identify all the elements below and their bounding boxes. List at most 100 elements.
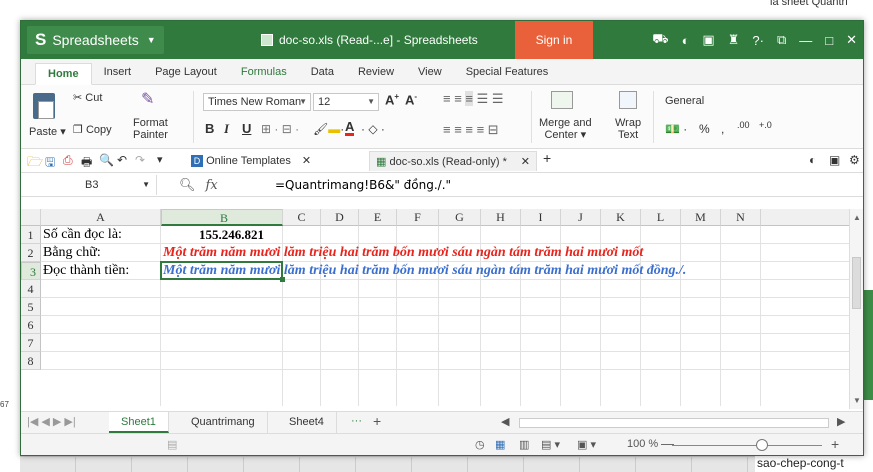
scroll-up-icon[interactable]: ▲ [853, 213, 861, 222]
normal-view-icon[interactable]: ▦ [495, 438, 505, 451]
page-layout-view-icon[interactable]: ▤ ▾ [541, 438, 560, 451]
scroll-left-icon[interactable]: ◀ [501, 415, 509, 428]
document-tab[interactable]: ▦ doc-so.xls (Read-only) * ✕ [369, 151, 537, 171]
zoom-level[interactable]: 100 % [627, 438, 658, 450]
reading-mode-icon[interactable]: ▣ ▾ [577, 438, 596, 451]
vertical-scrollbar[interactable]: ▲ ▼ [849, 209, 863, 409]
scroll-right-icon[interactable]: ▶ [837, 415, 845, 428]
column-header-j[interactable]: J [561, 209, 601, 226]
row-header-2[interactable]: 2 [21, 244, 41, 262]
font-color-icon[interactable]: A [345, 120, 355, 136]
paste-button[interactable]: Paste ▾ [29, 125, 66, 138]
comma-button[interactable]: , [721, 122, 724, 136]
zoom-icon[interactable]: 🔍︎ [179, 177, 196, 192]
column-header-b[interactable]: B [161, 209, 283, 226]
zoom-out-button[interactable]: — [661, 436, 674, 451]
redo-icon[interactable]: ↷ [135, 153, 145, 167]
zoom-slider-handle[interactable] [756, 439, 768, 451]
row-header-5[interactable]: 5 [21, 298, 41, 316]
fill-color-icon[interactable]: 🖌▬· [313, 122, 344, 136]
column-header-a[interactable]: A [41, 209, 161, 226]
print-preview-icon[interactable]: 🔍 [99, 153, 114, 167]
skin-icon[interactable]: ◐ [682, 33, 690, 48]
increase-decimal-button[interactable]: .00 [737, 121, 750, 130]
number-format-select[interactable]: General [661, 93, 797, 111]
layout-icon[interactable]: ▣ [702, 32, 714, 48]
row-header-8[interactable]: 8 [21, 352, 41, 370]
percent-button[interactable]: % [699, 122, 710, 136]
page-break-view-icon[interactable]: ▥ [519, 438, 529, 451]
font-color-dropdown[interactable]: · ◇ · [361, 122, 385, 136]
restore-panel-icon[interactable]: ⧉ [777, 32, 786, 48]
close-button[interactable]: ✕ [846, 32, 857, 48]
italic-button[interactable]: I [224, 121, 229, 137]
wrap-text-button[interactable]: Wrap Text [615, 117, 641, 141]
zoom-in-button[interactable]: + [831, 436, 839, 452]
tab-formulas[interactable]: Formulas [229, 62, 299, 84]
column-header-d[interactable]: D [321, 209, 359, 226]
column-header-m[interactable]: M [681, 209, 721, 226]
align-top-icon[interactable]: ≡ ≡ ≡ ☰ ☰ [443, 91, 504, 107]
cell-a1[interactable]: Số cần đọc là: [43, 226, 122, 244]
zoom-slider-track[interactable] [672, 445, 822, 446]
tab-page-layout[interactable]: Page Layout [143, 62, 229, 84]
print-icon[interactable]: 🖶 [81, 153, 92, 174]
settings-icon[interactable]: ⚙ [849, 153, 860, 167]
tab-review[interactable]: Review [346, 62, 406, 84]
minimize-button[interactable]: — [799, 33, 812, 48]
row-header-1[interactable]: 1 [21, 226, 41, 244]
column-header-f[interactable]: F [397, 209, 439, 226]
increase-font-button[interactable]: A+ [385, 92, 399, 107]
sheet-tab-sheet4[interactable]: Sheet4 [277, 412, 337, 433]
merge-center-icon[interactable] [551, 91, 573, 109]
cell-b1[interactable]: 155.246.821 [199, 226, 264, 244]
select-all-corner[interactable] [21, 209, 41, 226]
font-size-select[interactable]: 12 ▼ [313, 93, 379, 111]
tab-data[interactable]: Data [299, 62, 346, 84]
format-painter-icon[interactable]: ✎ [141, 89, 154, 109]
scroll-thumb[interactable] [852, 257, 861, 309]
scroll-down-icon[interactable]: ▼ [853, 396, 861, 405]
column-header-n[interactable]: N [721, 209, 761, 226]
app-menu-button[interactable]: S Spreadsheets ▼ [27, 26, 164, 54]
format-painter-button[interactable]: Format Painter [133, 117, 168, 141]
column-header-c[interactable]: C [283, 209, 321, 226]
formula-input[interactable]: =Quantrimang!B6&" đồng./." [275, 175, 451, 195]
more-sheets-icon[interactable]: ··· [351, 415, 362, 427]
merge-center-button[interactable]: Merge and Center ▾ [539, 117, 592, 141]
column-header-l[interactable]: L [641, 209, 681, 226]
column-header-k[interactable]: K [601, 209, 641, 226]
shirt-icon[interactable]: ♜ [728, 32, 740, 48]
column-header-g[interactable]: G [439, 209, 481, 226]
online-templates-tab[interactable]: D Online Templates ✕ [185, 151, 317, 171]
cell-a3[interactable]: Đọc thành tiền: [43, 262, 129, 280]
cell-a2[interactable]: Bằng chữ: [43, 244, 101, 262]
add-sheet-button[interactable]: + [373, 413, 381, 429]
skin-icon[interactable]: ◐ [809, 153, 816, 167]
export-pdf-icon[interactable]: ⎙ [63, 153, 73, 168]
border-icon[interactable]: ⊞ · ⊟ · [261, 122, 299, 136]
protect-icon[interactable]: ◷ [475, 438, 485, 451]
sheet-tab-sheet1[interactable]: Sheet1 [109, 412, 169, 433]
cell-b2[interactable]: Một trăm năm mươi lăm triệu hai trăm bốn… [163, 244, 643, 262]
sheet-tab-quantrimang[interactable]: Quantrimang [179, 412, 268, 433]
fx-icon[interactable]: fx [206, 178, 218, 193]
tab-home[interactable]: Home [35, 63, 92, 85]
column-header-h[interactable]: H [481, 209, 521, 226]
maximize-button[interactable]: □ [825, 33, 833, 48]
help-icon[interactable]: ?· [752, 33, 764, 48]
close-tab-icon[interactable]: ✕ [521, 152, 530, 172]
currency-icon[interactable]: 💵 · [665, 122, 687, 136]
row-header-7[interactable]: 7 [21, 334, 41, 352]
tab-view[interactable]: View [406, 62, 454, 84]
font-name-select[interactable]: Times New Roman ▼ [203, 93, 311, 111]
wrap-text-icon[interactable] [619, 91, 637, 109]
undo-icon[interactable]: ↶ [117, 153, 127, 167]
sheet-nav-icons[interactable]: |◀ ◀ ▶ ▶| [27, 415, 76, 428]
cart-icon[interactable]: ⛟ [652, 31, 668, 49]
horizontal-scrollbar[interactable] [519, 418, 829, 428]
new-tab-button[interactable]: + [543, 150, 551, 166]
row-header-3[interactable]: 3 [21, 262, 41, 280]
save-icon[interactable]: 🖫 [45, 153, 55, 174]
customize-toolbar-icon[interactable]: ▾ [157, 153, 163, 166]
